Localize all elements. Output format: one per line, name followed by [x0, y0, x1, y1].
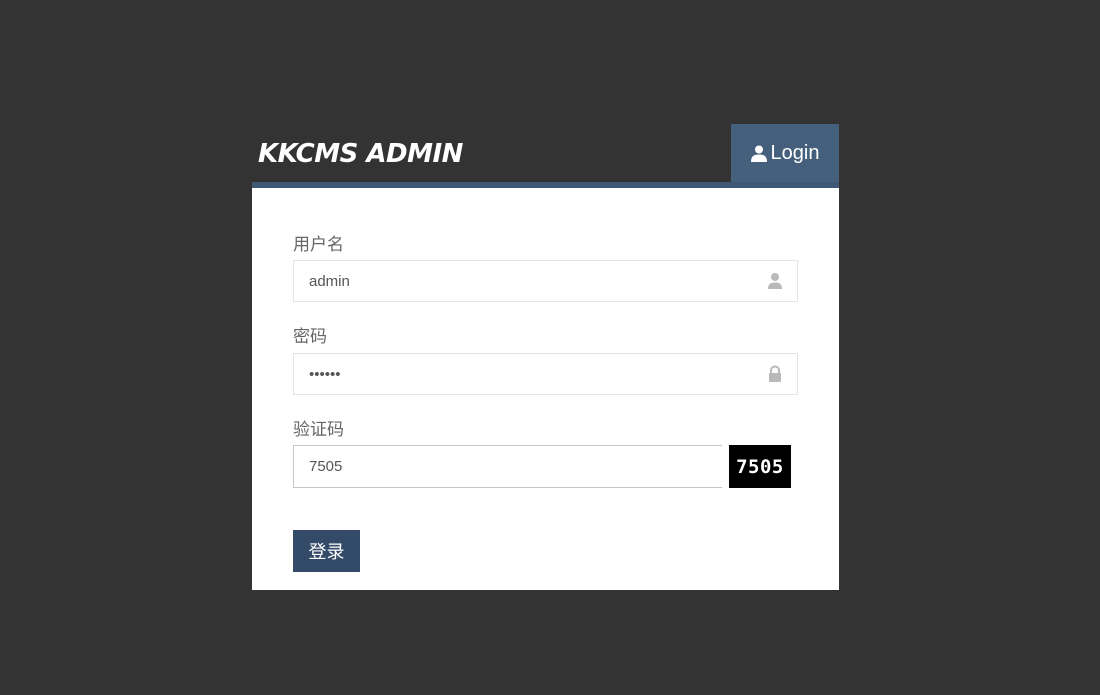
username-input[interactable] [294, 261, 764, 301]
username-field[interactable] [293, 260, 798, 302]
password-label: 密码 [293, 327, 327, 346]
login-form: 用户名 密码 验证码 7505 登录 [252, 188, 839, 590]
username-label: 用户名 [293, 235, 344, 254]
login-panel: KKCMS ADMIN Login 用户名 密码 验证码 [252, 124, 839, 590]
user-icon [768, 273, 782, 289]
login-header: KKCMS ADMIN Login [252, 124, 839, 188]
captcha-field[interactable] [293, 445, 724, 488]
password-input[interactable] [294, 354, 764, 394]
login-tab[interactable]: Login [731, 124, 839, 182]
password-field[interactable] [293, 353, 798, 395]
captcha-image[interactable]: 7505 [729, 445, 791, 488]
captcha-label: 验证码 [293, 420, 344, 439]
brand-title: KKCMS ADMIN [258, 139, 463, 169]
login-tab-label: Login [770, 141, 820, 164]
captcha-input[interactable] [294, 446, 724, 487]
lock-icon [769, 365, 781, 382]
login-button[interactable]: 登录 [293, 530, 360, 572]
user-icon [750, 145, 767, 162]
